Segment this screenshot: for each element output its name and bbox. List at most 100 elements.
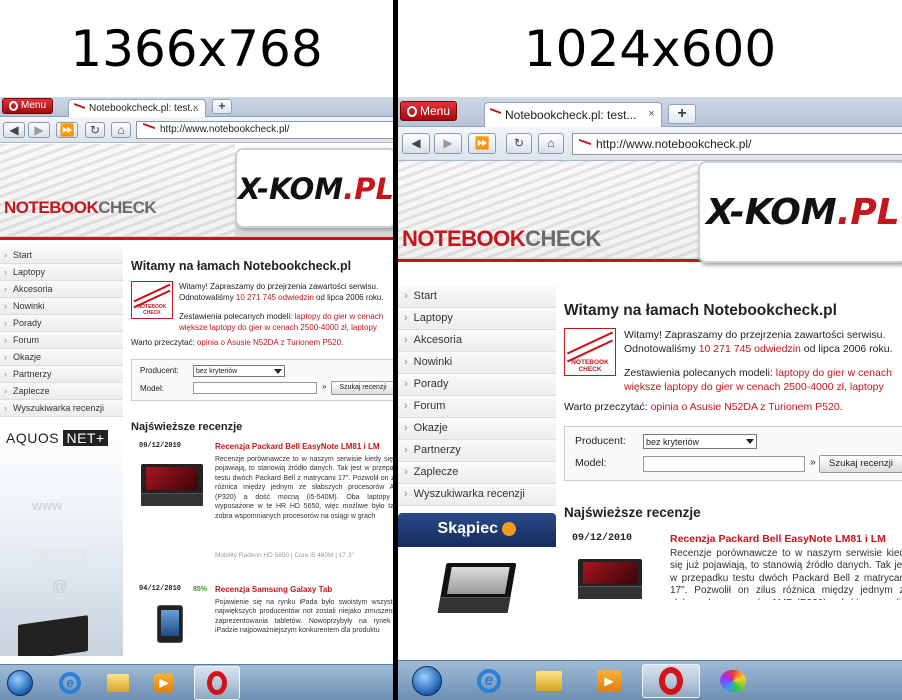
reload-button[interactable]: ↻: [506, 133, 532, 154]
worth-reading-link[interactable]: opinia o Asusie N52DA z Turionem P520: [197, 338, 341, 347]
sidebar-item-okazje[interactable]: Okazje: [0, 349, 123, 366]
sidebar-item-start[interactable]: Start: [398, 286, 556, 308]
sidebar-item-akcesoria[interactable]: Akcesoria: [0, 281, 123, 298]
new-tab-button[interactable]: +: [212, 99, 232, 114]
aquos-side-ad[interactable]: AQUOS NET+ www www @: [0, 426, 123, 656]
visits-line: Odnotowaliśmy 10 271 745 odwiedzin od li…: [624, 343, 893, 355]
producer-select[interactable]: bez kryteriów: [643, 434, 757, 449]
sidebar-item-okazje[interactable]: Okazje: [398, 418, 556, 440]
recommend-link-1[interactable]: laptopy do gier w cenach: [295, 312, 384, 321]
sidebar-item-zaplecze[interactable]: Zaplecze: [0, 383, 123, 400]
folder-icon: [107, 674, 129, 692]
sidebar-item-akcesoria[interactable]: Akcesoria: [398, 330, 556, 352]
welcome-text: Witamy! Zapraszamy do przejrzenia zawart…: [179, 281, 384, 333]
home-button[interactable]: ⌂: [111, 122, 131, 138]
sidebar-item-partnerzy[interactable]: Partnerzy: [398, 440, 556, 462]
review-item-1[interactable]: 09/12/2010 Recenzja Packard Bell EasyNot…: [131, 442, 393, 572]
address-bar[interactable]: http://www.notebookcheck.pl/: [572, 133, 902, 155]
notebookcheck-logo[interactable]: NOTEBOOKCHECK: [4, 198, 157, 218]
taskbar-paint[interactable]: [706, 664, 760, 698]
browser-tab[interactable]: Notebookcheck.pl: test... ×: [68, 99, 206, 118]
taskbar-media[interactable]: ▶: [144, 666, 184, 700]
review-item-2[interactable]: 04/12/2010 85% Recenzja Samsung Galaxy T…: [131, 585, 393, 665]
notebookcheck-small-logo: NOTEBOOK CHECK: [131, 281, 173, 319]
chevron-down-icon: [274, 369, 282, 374]
review-text: Pojawienie się na rynku iPada było swois…: [215, 598, 393, 635]
producer-select[interactable]: bez kryteriów: [193, 365, 285, 377]
start-button[interactable]: [0, 666, 40, 700]
notebookcheck-logo[interactable]: NOTEBOOKCHECK: [402, 226, 601, 252]
home-button[interactable]: ⌂: [538, 133, 564, 154]
search-reviews-button[interactable]: Szukaj recenzji: [331, 381, 393, 395]
sidebar-item-laptopy[interactable]: Laptopy: [0, 264, 123, 281]
sidebar-item-wyszukiwarka[interactable]: Wyszukiwarka recenzji: [398, 484, 556, 506]
tab-strip: Menu Notebookcheck.pl: test... × +: [398, 97, 902, 127]
opera-menu-button[interactable]: Menu: [400, 101, 458, 121]
review-title[interactable]: Recenzja Packard Bell EasyNote LM81 i LM: [215, 442, 393, 452]
back-button[interactable]: ◀: [3, 122, 25, 138]
address-bar[interactable]: http://www.notebookcheck.pl/: [136, 121, 393, 139]
taskbar-opera[interactable]: [194, 666, 240, 700]
taskbar-explorer[interactable]: [522, 664, 576, 698]
taskbar-ie[interactable]: e: [50, 666, 90, 700]
taskbar-explorer[interactable]: [98, 666, 138, 700]
model-input[interactable]: [643, 456, 805, 472]
windows-taskbar: e ▶: [0, 664, 393, 700]
skapiec-ad-header: Skąpiec: [398, 513, 556, 547]
recommend-link-2[interactable]: większe laptopy do gier w cenach 2500-40…: [624, 380, 893, 394]
fast-forward-button[interactable]: ⏩: [468, 133, 496, 154]
taskbar-ie[interactable]: e: [462, 664, 516, 698]
search-reviews-button[interactable]: Szukaj recenzji: [819, 455, 902, 473]
sidebar-item-forum[interactable]: Forum: [398, 396, 556, 418]
worth-reading-link[interactable]: opinia o Asusie N52DA z Turionem P520: [651, 401, 840, 413]
model-input[interactable]: [193, 382, 317, 394]
opera-menu-label: Menu: [420, 104, 451, 118]
skapiec-side-ad[interactable]: Skąpiec: [398, 513, 556, 633]
close-tab-icon[interactable]: ×: [646, 109, 657, 120]
opera-menu-label: Menu: [21, 100, 47, 111]
xkom-ad-banner[interactable]: X-KOM.PL: [698, 161, 902, 263]
producer-select-value: bez kryteriów: [196, 368, 238, 375]
media-player-icon: ▶: [154, 673, 174, 693]
sidebar-item-start[interactable]: Start: [0, 247, 123, 264]
forward-button[interactable]: ▶: [28, 122, 50, 138]
sidebar-item-forum[interactable]: Forum: [0, 332, 123, 349]
review-item-1[interactable]: 09/12/2010 Recenzja Packard Bell EasyNot…: [564, 533, 902, 600]
sidebar-item-partnerzy[interactable]: Partnerzy: [0, 366, 123, 383]
close-tab-icon[interactable]: ×: [190, 104, 201, 115]
form-arrow: »: [810, 456, 816, 468]
latest-reviews-title: Najświeższe recenzje: [564, 505, 701, 520]
start-button[interactable]: [402, 664, 452, 698]
web-page: NOTEBOOKCHECK X-KOM.PL Start Laptopy Akc…: [398, 161, 902, 700]
aquos-tv-image: [18, 615, 88, 656]
taskbar-media[interactable]: ▶: [582, 664, 636, 698]
forward-button[interactable]: ▶: [434, 133, 462, 154]
sidebar-item-nowinki[interactable]: Nowinki: [398, 352, 556, 374]
new-tab-button[interactable]: +: [668, 104, 696, 124]
recommend-link-1[interactable]: laptopy do gier w cenach: [776, 367, 892, 379]
back-button[interactable]: ◀: [402, 133, 430, 154]
opera-browser-window: Menu Notebookcheck.pl: test... × + ◀ ▶ ⏩…: [0, 97, 393, 700]
xkom-ad-banner[interactable]: X-KOM.PL: [235, 148, 393, 228]
recommend-link-2[interactable]: większe laptopy do gier w cenach 2500-40…: [179, 322, 384, 333]
review-title[interactable]: Recenzja Samsung Galaxy Tab: [215, 585, 393, 595]
browser-tab[interactable]: Notebookcheck.pl: test... ×: [484, 102, 662, 127]
sidebar-item-porady[interactable]: Porady: [398, 374, 556, 396]
opera-menu-button[interactable]: Menu: [2, 98, 54, 114]
fast-forward-button[interactable]: ⏩: [56, 122, 78, 138]
review-title[interactable]: Recenzja Packard Bell EasyNote LM81 i LM: [670, 533, 902, 546]
sidebar-item-zaplecze[interactable]: Zaplecze: [398, 462, 556, 484]
welcome-text: Witamy! Zapraszamy do przejrzenia zawart…: [624, 328, 893, 394]
navigation-bar: ◀ ▶ ⏩ ↻ ⌂ http://www.notebookcheck.pl/: [0, 117, 393, 143]
sidebar-item-porady[interactable]: Porady: [0, 315, 123, 332]
sidebar-item-wyszukiwarka[interactable]: Wyszukiwarka recenzji: [0, 400, 123, 417]
recommend-line: Zestawienia polecanych modeli: laptopy d…: [624, 367, 892, 379]
resolution-heading: 1024x600: [523, 20, 777, 78]
sidebar-item-laptopy[interactable]: Laptopy: [398, 308, 556, 330]
taskbar-opera[interactable]: [642, 664, 700, 698]
welcome-title: Witamy na łamach Notebookcheck.pl: [131, 259, 352, 273]
reload-button[interactable]: ↻: [85, 122, 105, 138]
windows-start-orb-icon: [412, 666, 442, 696]
sidebar-item-nowinki[interactable]: Nowinki: [0, 298, 123, 315]
tab-strip: Menu Notebookcheck.pl: test... × +: [0, 97, 393, 118]
